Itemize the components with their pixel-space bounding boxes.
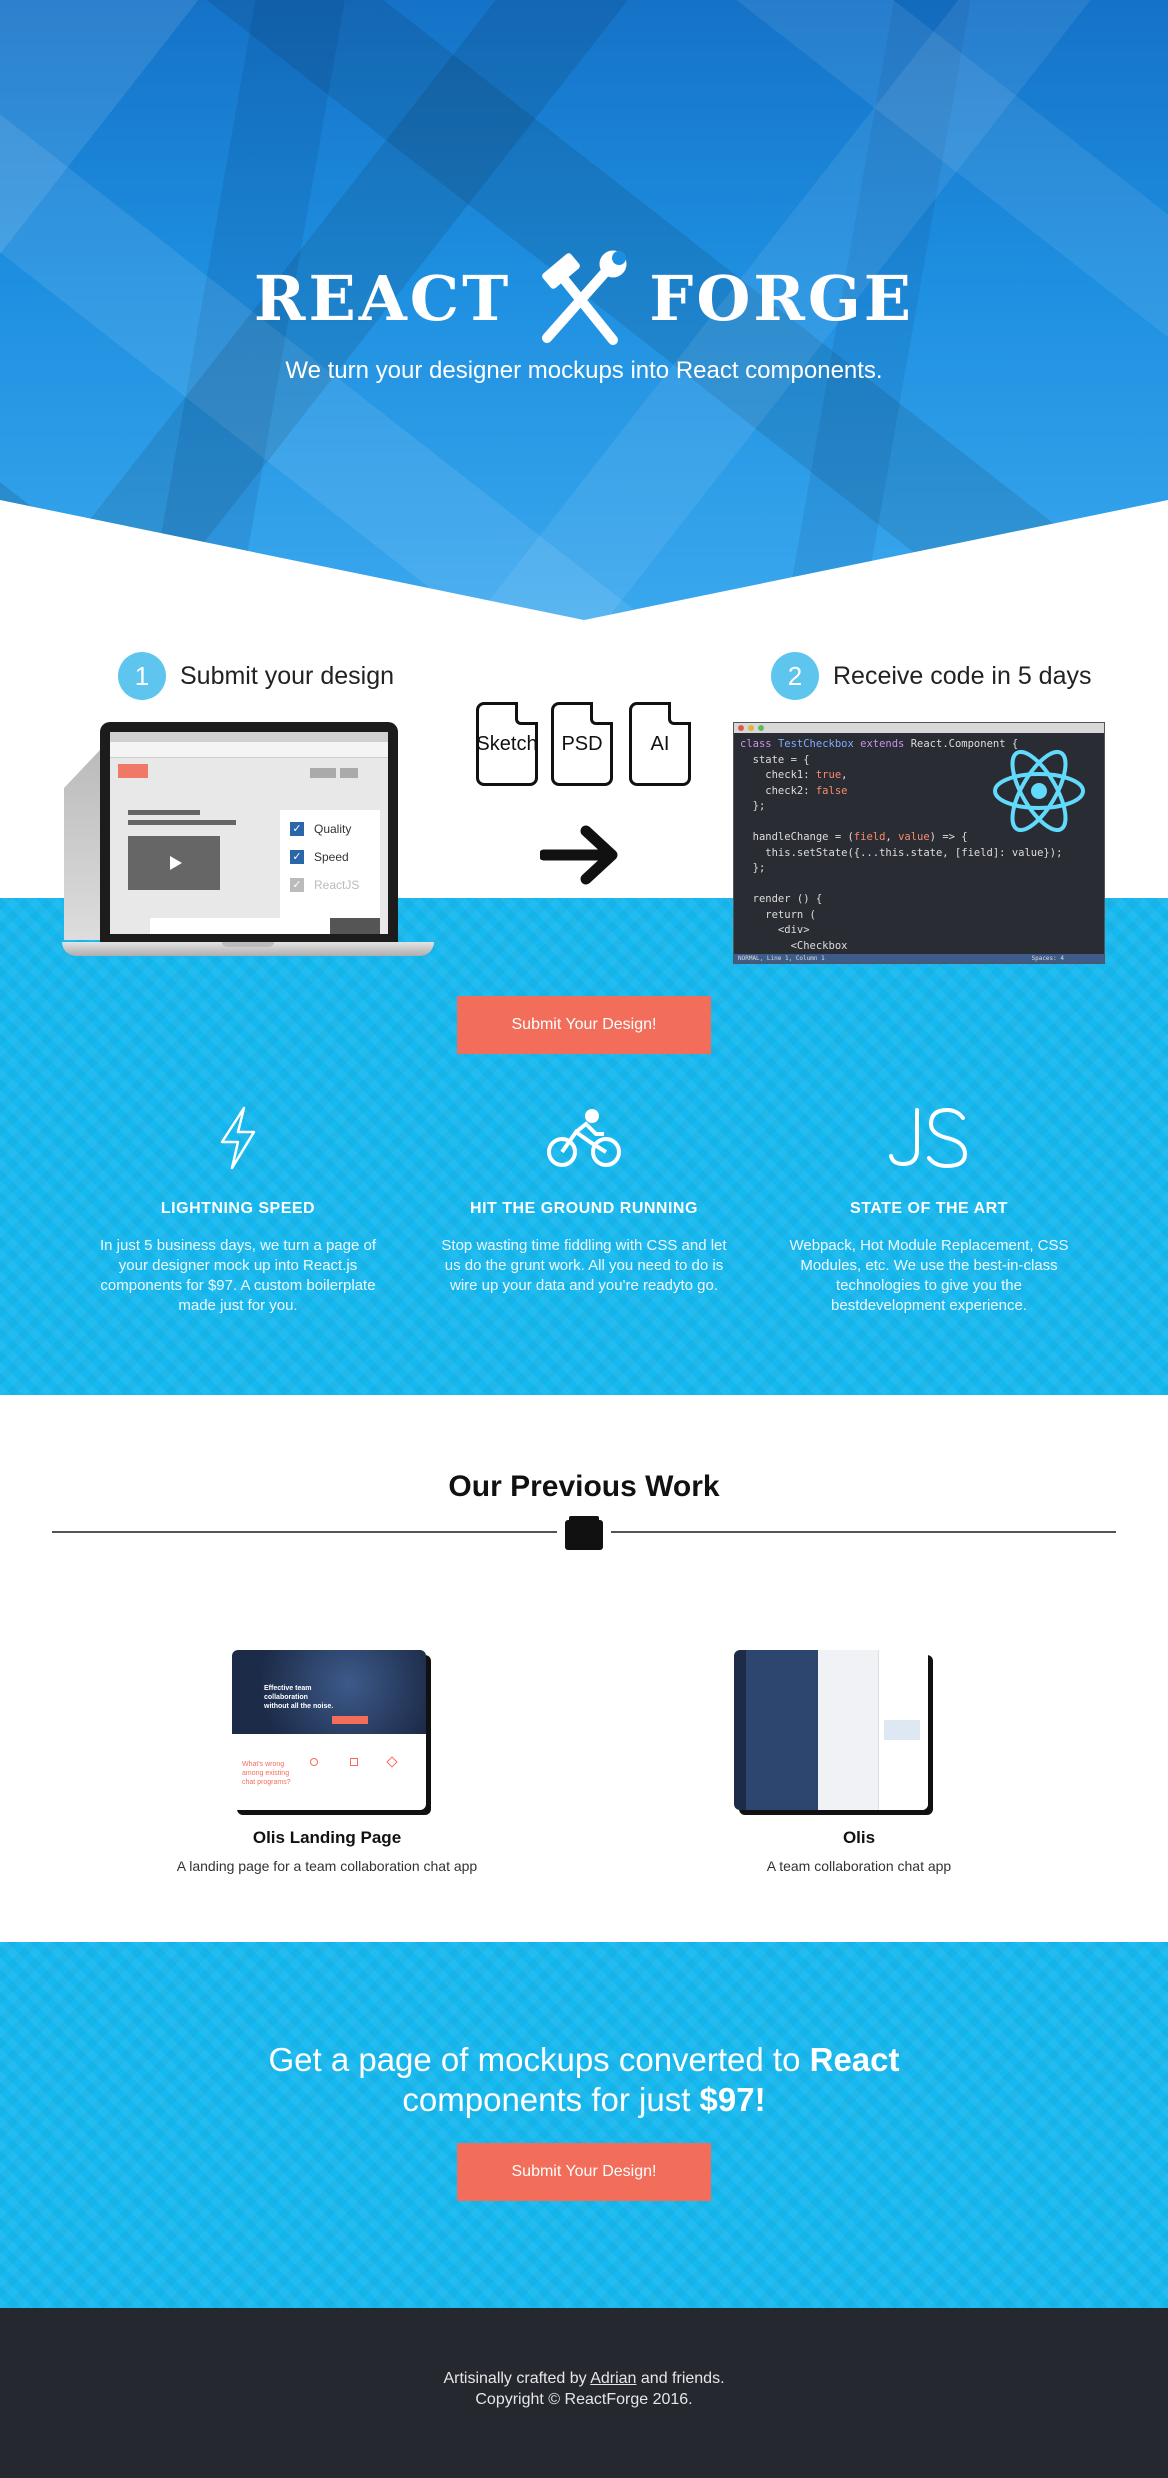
feature-lightning: LIGHTNING SPEED In just 5 business days,… bbox=[88, 1100, 388, 1316]
pitch-text: Get a page of mockups converted to React… bbox=[268, 2041, 900, 2118]
feature-text: Stop wasting time fiddling with CSS and … bbox=[441, 1237, 727, 1294]
logo-word-left: REACT bbox=[253, 261, 512, 335]
laptop-side bbox=[64, 750, 100, 940]
checkbox-quality: ✓ Quality bbox=[290, 822, 351, 836]
divider-right bbox=[611, 1531, 1116, 1533]
feature-state-of-art: STATE OF THE ART Webpack, Hot Module Rep… bbox=[779, 1100, 1079, 1316]
hero-tagline: We turn your designer mockups into React… bbox=[285, 357, 883, 384]
briefcase-icon bbox=[565, 1516, 603, 1550]
editor-status-bar: NORMAL, Line 1, Column 1 Spaces: 4 bbox=[734, 954, 1104, 963]
feature-title: HIT THE GROUND RUNNING bbox=[470, 1200, 698, 1217]
feature-text: Webpack, Hot Module Replacement, CSS Mod… bbox=[789, 1237, 1069, 1314]
laptop-mockup: ✓ Quality ✓ Speed ✓ ReactJS bbox=[62, 720, 434, 960]
step-label: Submit your design bbox=[180, 661, 395, 690]
feature-title: LIGHTNING SPEED bbox=[160, 1200, 316, 1217]
laptop-base bbox=[62, 942, 434, 956]
logo-word-right: FORGE bbox=[649, 261, 915, 335]
footer: Artisinally crafted by Adrian and friend… bbox=[0, 2308, 1168, 2478]
divider-left bbox=[52, 1531, 557, 1533]
work-description: A landing page for a team collaboration … bbox=[176, 1858, 478, 1874]
js-icon bbox=[889, 1107, 968, 1169]
work-title[interactable]: Olis bbox=[659, 1828, 1059, 1848]
video-placeholder-icon bbox=[128, 836, 220, 890]
footer-credit: Artisinally crafted by Adrian and friend… bbox=[443, 2370, 725, 2387]
arrow-right-icon bbox=[540, 825, 618, 885]
psd-file-icon: PSD bbox=[551, 702, 613, 786]
work-thumbnail-olis[interactable] bbox=[734, 1650, 928, 1810]
lightning-icon bbox=[220, 1106, 256, 1170]
step-number: 2 bbox=[771, 652, 819, 700]
step-number: 1 bbox=[118, 652, 166, 700]
bicycle-icon bbox=[547, 1109, 621, 1167]
sketch-file-icon: Sketch bbox=[476, 702, 538, 786]
work-title[interactable]: Olis Landing Page bbox=[127, 1828, 527, 1848]
step-receive: 2 Receive code in 5 days bbox=[771, 652, 1091, 700]
feature-title: STATE OF THE ART bbox=[850, 1200, 1008, 1217]
section-title: Our Previous Work bbox=[448, 1470, 720, 1503]
hammer-wrench-icon bbox=[542, 250, 627, 345]
work-description: A team collaboration chat app bbox=[766, 1858, 952, 1874]
checkbox-speed: ✓ Speed bbox=[290, 850, 349, 864]
feature-ground-running: HIT THE GROUND RUNNING Stop wasting time… bbox=[434, 1100, 734, 1296]
checkbox-reactjs: ✓ ReactJS bbox=[290, 878, 359, 892]
step-label: Receive code in 5 days bbox=[833, 661, 1092, 690]
laptop-screen: ✓ Quality ✓ Speed ✓ ReactJS bbox=[100, 722, 398, 944]
checkbox-panel: ✓ Quality ✓ Speed ✓ ReactJS bbox=[280, 810, 380, 920]
footer-copyright: Copyright © ReactForge 2016. bbox=[475, 2391, 693, 2408]
ai-file-icon: AI bbox=[629, 702, 691, 786]
feature-text: In just 5 business days, we turn a page … bbox=[100, 1237, 376, 1314]
pitch-band bbox=[0, 1942, 1168, 2308]
author-link[interactable]: Adrian bbox=[590, 2370, 636, 2387]
work-thumbnail-olis-landing[interactable]: Effective team collaboration without all… bbox=[232, 1650, 426, 1810]
react-logo-icon bbox=[993, 749, 1085, 833]
logo: REACT FORGE bbox=[0, 248, 1168, 348]
code-editor-mockup: class TestCheckbox extends React.Compone… bbox=[733, 722, 1105, 964]
browser-mockup: ✓ Quality ✓ Speed ✓ ReactJS bbox=[110, 732, 388, 934]
submit-design-button-bottom[interactable]: Submit Your Design! bbox=[457, 2143, 711, 2201]
submit-design-button[interactable]: Submit Your Design! bbox=[457, 996, 711, 1054]
step-submit: 1 Submit your design bbox=[118, 652, 394, 700]
